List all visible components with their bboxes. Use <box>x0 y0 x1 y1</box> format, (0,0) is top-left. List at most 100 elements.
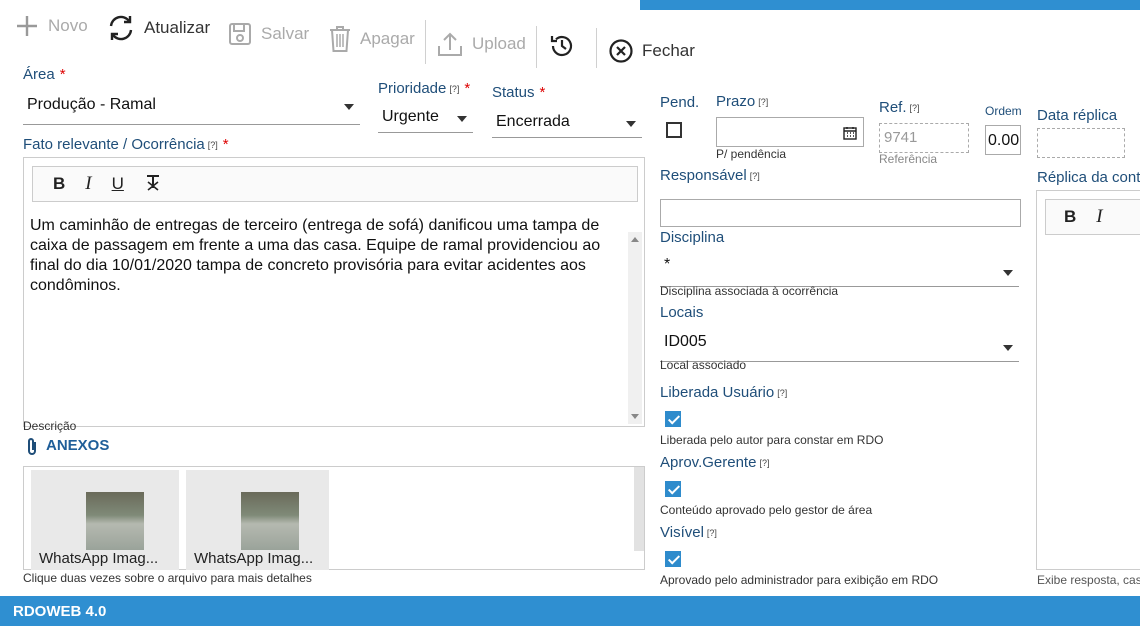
underline-icon[interactable]: U <box>112 174 124 194</box>
replica-label: Réplica da contra <box>1037 169 1140 186</box>
replica-hint: Exibe resposta, caso <box>1037 573 1140 587</box>
toolbar-separator <box>536 26 537 68</box>
visivel-label: Visível [?] <box>660 524 717 541</box>
fato-label: Fato relevante / Ocorrência [?] * <box>23 136 229 153</box>
italic-icon[interactable]: I <box>85 173 91 195</box>
responsavel-label: Responsável [?] <box>660 167 760 184</box>
paperclip-icon <box>25 437 39 462</box>
attachment-item[interactable]: WhatsApp Imag... <box>31 470 179 570</box>
status-value: Encerrada <box>496 113 570 130</box>
prioridade-value: Urgente <box>382 108 439 125</box>
atualizar-label: Atualizar <box>144 18 211 37</box>
scroll-down-icon <box>631 414 639 419</box>
visivel-hint: Aprovado pelo administrador para exibiçã… <box>660 573 939 587</box>
toolbar-separator <box>596 28 597 68</box>
atualizar-button[interactable]: Atualizar <box>106 8 210 48</box>
visivel-checkbox[interactable] <box>665 551 681 567</box>
attachments-scrollbar[interactable] <box>634 467 644 551</box>
editor-toolbar: B I U <box>32 166 638 202</box>
aprov-checkbox[interactable] <box>665 481 681 497</box>
locais-label: Locais <box>660 304 704 321</box>
ordem-input[interactable]: 0.00 <box>985 125 1021 155</box>
history-button[interactable] <box>548 26 576 66</box>
liberada-hint: Liberada pelo autor para constar em RDO <box>660 433 884 447</box>
status-label: Status * <box>492 84 546 101</box>
salvar-label: Salvar <box>261 24 310 43</box>
top-accent-bar <box>640 0 1140 10</box>
scroll-up-icon <box>631 237 639 242</box>
attachment-item[interactable]: WhatsApp Imag... <box>186 470 329 570</box>
anexos-title: ANEXOS <box>46 437 110 454</box>
replica-editor: B I <box>1036 190 1140 570</box>
ref-label: Ref. [?] <box>879 99 920 116</box>
clear-format-icon[interactable] <box>144 173 162 196</box>
liberada-label: Liberada Usuário [?] <box>660 384 788 401</box>
pend-checkbox[interactable] <box>666 122 682 138</box>
prazo-label: Prazo [?] <box>716 93 769 110</box>
app-name: RDOWEB 4.0 <box>13 603 107 620</box>
attachment-name: WhatsApp Imag... <box>194 550 314 567</box>
fechar-label: Fechar <box>642 41 695 60</box>
upload-label: Upload <box>472 34 526 53</box>
area-select[interactable]: Produção - Ramal <box>23 94 360 125</box>
status-select[interactable]: Encerrada <box>492 111 642 138</box>
upload-icon <box>438 32 462 56</box>
editor-scrollbar[interactable] <box>628 232 642 424</box>
toolbar-separator <box>425 20 426 64</box>
chevron-down-icon <box>1003 270 1013 276</box>
editor-content[interactable]: Um caminhão de entregas de terceiro (ent… <box>30 216 615 296</box>
save-icon <box>229 23 251 45</box>
disciplina-value: * <box>664 256 671 273</box>
locais-value: ID005 <box>664 333 707 350</box>
ordem-value: 0.00 <box>988 132 1020 149</box>
chevron-down-icon <box>626 121 636 127</box>
chevron-down-icon <box>1003 345 1013 351</box>
anexos-hint: Clique duas vezes sobre o arquivo para m… <box>23 571 312 585</box>
prioridade-select[interactable]: Urgente <box>378 106 473 133</box>
history-icon <box>550 35 573 57</box>
prazo-date-input[interactable] <box>716 117 864 147</box>
disciplina-select[interactable]: * <box>660 254 1019 287</box>
chevron-down-icon <box>344 104 354 110</box>
refresh-icon <box>109 15 133 41</box>
ref-input[interactable]: 9741 <box>879 123 969 153</box>
calendar-icon[interactable] <box>843 126 857 140</box>
prazo-hint: P/ pendência <box>716 147 787 161</box>
bold-icon[interactable]: B <box>1064 207 1076 227</box>
aprov-hint: Conteúdo aprovado pelo gestor de área <box>660 503 873 517</box>
descricao-hint: Descrição <box>23 419 77 433</box>
attachments-panel: WhatsApp Imag... WhatsApp Imag... <box>23 466 645 570</box>
pend-label: Pend. <box>660 94 700 111</box>
data-replica-label: Data réplica <box>1037 107 1118 124</box>
aprov-label: Aprov.Gerente [?] <box>660 454 770 471</box>
prioridade-label: Prioridade [?] * <box>378 80 471 97</box>
bold-icon[interactable]: B <box>53 174 65 194</box>
area-label: Área * <box>23 66 66 83</box>
ref-placeholder: 9741 <box>884 129 918 146</box>
ordem-label: Ordem <box>985 104 1022 118</box>
trash-icon <box>330 26 350 52</box>
attachment-image <box>86 492 144 550</box>
italic-icon[interactable]: I <box>1096 206 1102 228</box>
salvar-button[interactable]: Salvar <box>227 14 309 54</box>
ref-hint: Referência <box>879 152 938 166</box>
area-value: Produção - Ramal <box>27 96 156 113</box>
apagar-button[interactable]: Apagar <box>328 19 415 59</box>
responsavel-input[interactable] <box>660 199 1021 227</box>
close-circle-icon <box>609 39 633 63</box>
attachment-image <box>241 492 299 550</box>
plus-icon <box>17 16 37 36</box>
liberada-checkbox[interactable] <box>665 411 681 427</box>
novo-button[interactable]: Novo <box>14 6 88 46</box>
upload-button[interactable]: Upload <box>436 24 526 64</box>
rich-text-editor: B I U Um caminhão de entregas de terceir… <box>23 157 645 427</box>
attachment-name: WhatsApp Imag... <box>39 550 159 567</box>
chevron-down-icon <box>457 116 467 122</box>
footer-bar: RDOWEB 4.0 <box>0 596 1140 626</box>
data-replica-input[interactable] <box>1037 128 1125 158</box>
disciplina-label: Disciplina <box>660 229 725 246</box>
locais-hint: Local associado <box>660 358 747 372</box>
fechar-button[interactable]: Fechar <box>608 31 695 71</box>
replica-toolbar: B I <box>1045 199 1140 235</box>
apagar-label: Apagar <box>360 29 415 48</box>
